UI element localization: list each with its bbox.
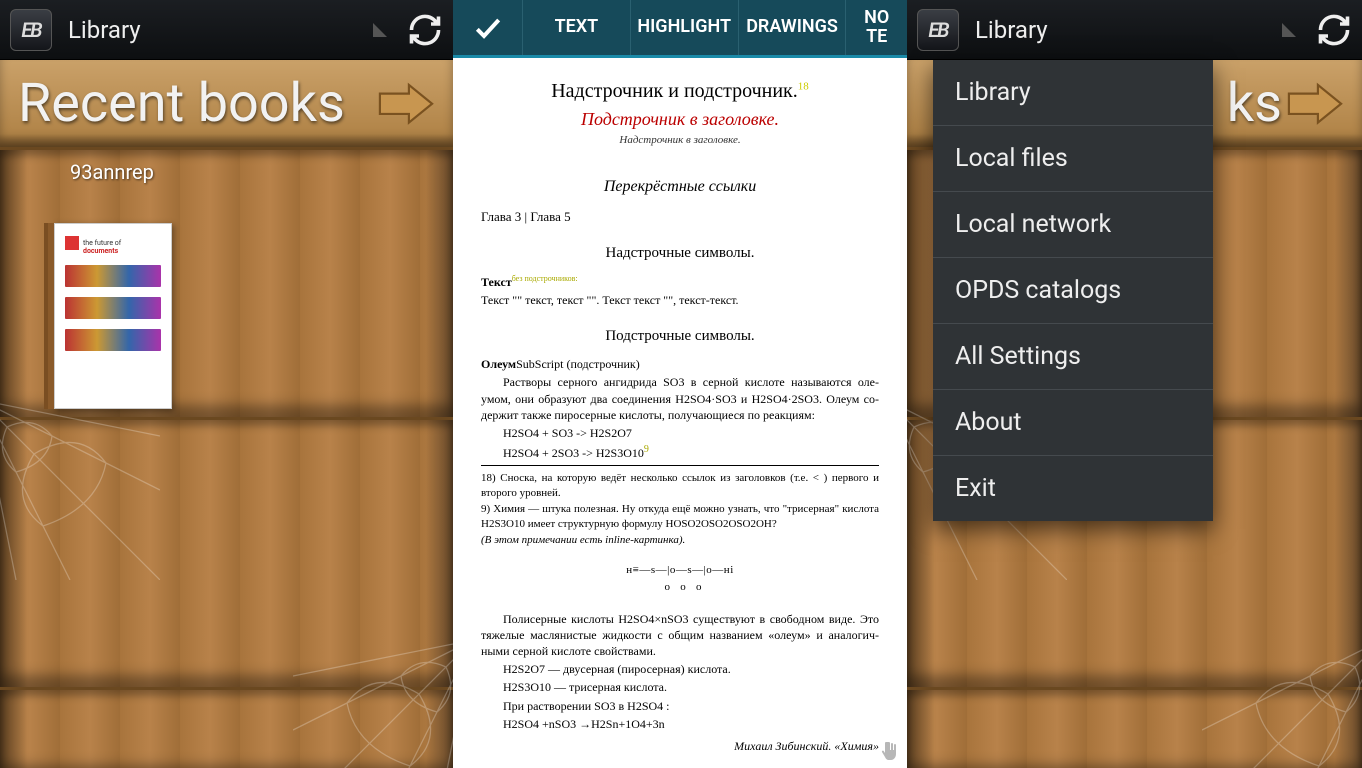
doc-formula: H2SO4 + SO3 -> H2S2O7 (481, 425, 879, 441)
menu-item-local-network[interactable]: Local network (933, 192, 1213, 258)
pdf-logo-icon (65, 236, 79, 250)
refresh-icon[interactable] (1316, 12, 1352, 48)
shelf-header: Recent books (0, 60, 453, 150)
doc-para: Текст "" текст, текст "". Текст текст ""… (481, 292, 879, 308)
shelf-title: Recent books (18, 72, 377, 135)
doc-heading-2: Подстрочник в заголовке. (481, 107, 879, 131)
shelf-row (907, 690, 1362, 768)
doc-para: H2SO4 +nSO3 →H2Sn+1O4+3n (481, 716, 879, 732)
next-arrow-icon[interactable] (377, 82, 435, 126)
dropdown-indicator-icon[interactable] (373, 23, 387, 37)
menu-item-opds[interactable]: OPDS catalogs (933, 258, 1213, 324)
reader-panel: TEXT HIGHLIGHT DRAWINGS NO TE Надстрочни… (453, 0, 907, 768)
tab-drawings[interactable]: DRAWINGS (738, 0, 846, 55)
dropdown-indicator-icon[interactable] (1282, 23, 1296, 37)
reader-toolbar: TEXT HIGHLIGHT DRAWINGS NO TE (453, 0, 907, 58)
doc-subheading: Надстрочные символы. (481, 243, 879, 263)
library-panel: EB Library Recent books 93annrep the fut… (0, 0, 453, 768)
doc-para: Растворы серного ангидрида SO3 в серной … (481, 374, 879, 423)
cobweb-icon (0, 400, 160, 580)
menu-item-library[interactable]: Library (933, 60, 1213, 126)
doc-para: Текстбез подстрочников: (481, 274, 879, 290)
shelf-row (0, 420, 453, 690)
topbar: EB Library (0, 0, 453, 60)
shelf-row (0, 690, 453, 768)
doc-signature: Михаил Зибинский. «Химия» (481, 738, 879, 754)
doc-formula: H2SO4 + 2SO3 -> H2S3O109 (481, 443, 879, 461)
doc-para: При растворении SO3 в H2SO4 : (481, 698, 879, 714)
doc-para: H2S3O10 — трисерная кислота. (481, 679, 879, 695)
doc-footnotes: 18) Сноска, на которую ведёт несколько с… (481, 465, 879, 547)
app-logo-icon[interactable]: EB (917, 9, 959, 51)
bookshelf: Recent books 93annrep the future ofdocum… (0, 60, 453, 768)
menu-item-about[interactable]: About (933, 390, 1213, 456)
doc-para: ОлеумSubScript (подстрочник) (481, 356, 879, 372)
doc-subheading: Подстрочные символы. (481, 326, 879, 346)
tab-highlight[interactable]: HIGHLIGHT (630, 0, 738, 55)
tab-text[interactable]: TEXT (523, 0, 630, 55)
confirm-check-icon[interactable] (453, 0, 523, 55)
menu-item-local-files[interactable]: Local files (933, 126, 1213, 192)
main-menu: Library Local files Local network OPDS c… (933, 60, 1213, 521)
doc-para: Полисерные кислоты H2SO4×nSO3 существуют… (481, 611, 879, 660)
topbar-title[interactable]: Library (68, 16, 373, 44)
doc-chapters: Глава 3 | Глава 5 (481, 208, 879, 226)
doc-heading-3: Надстрочник в заголовке. (481, 133, 879, 148)
tab-note[interactable]: NO TE (845, 0, 907, 55)
next-arrow-icon[interactable] (1286, 82, 1344, 126)
book-cover-strip (65, 297, 161, 319)
menu-item-exit[interactable]: Exit (933, 456, 1213, 521)
doc-section-title: Перекрёстные ссылки (481, 176, 879, 198)
book-cover-strip (65, 265, 161, 287)
doc-heading-1: Надстрочник и подстрочник.18 (481, 78, 879, 105)
doc-structural-formula: н≡—s—|o—s—|o—нi o o o (481, 562, 879, 597)
shelf-row: 93annrep the future ofdocuments (0, 150, 453, 420)
annotation-tabs: TEXT HIGHLIGHT DRAWINGS NO TE (523, 0, 907, 55)
refresh-icon[interactable] (407, 12, 443, 48)
app-logo-icon[interactable]: EB (10, 9, 52, 51)
doc-para: H2S2O7 — двусерная (пиросерная) кислота. (481, 661, 879, 677)
book-cover-title: the future ofdocuments (83, 240, 121, 255)
topbar: EB Library (907, 0, 1362, 60)
document-page[interactable]: Надстрочник и подстрочник.18 Подстрочник… (453, 58, 907, 768)
library-menu-panel: EB Library ks Library Local files Local (907, 0, 1362, 768)
book-label: 93annrep (0, 150, 453, 184)
menu-item-settings[interactable]: All Settings (933, 324, 1213, 390)
hand-cursor-icon (879, 740, 903, 764)
book-thumbnail[interactable]: the future ofdocuments (54, 223, 172, 409)
book-cover-strip (65, 329, 161, 351)
topbar-title[interactable]: Library (975, 16, 1282, 44)
